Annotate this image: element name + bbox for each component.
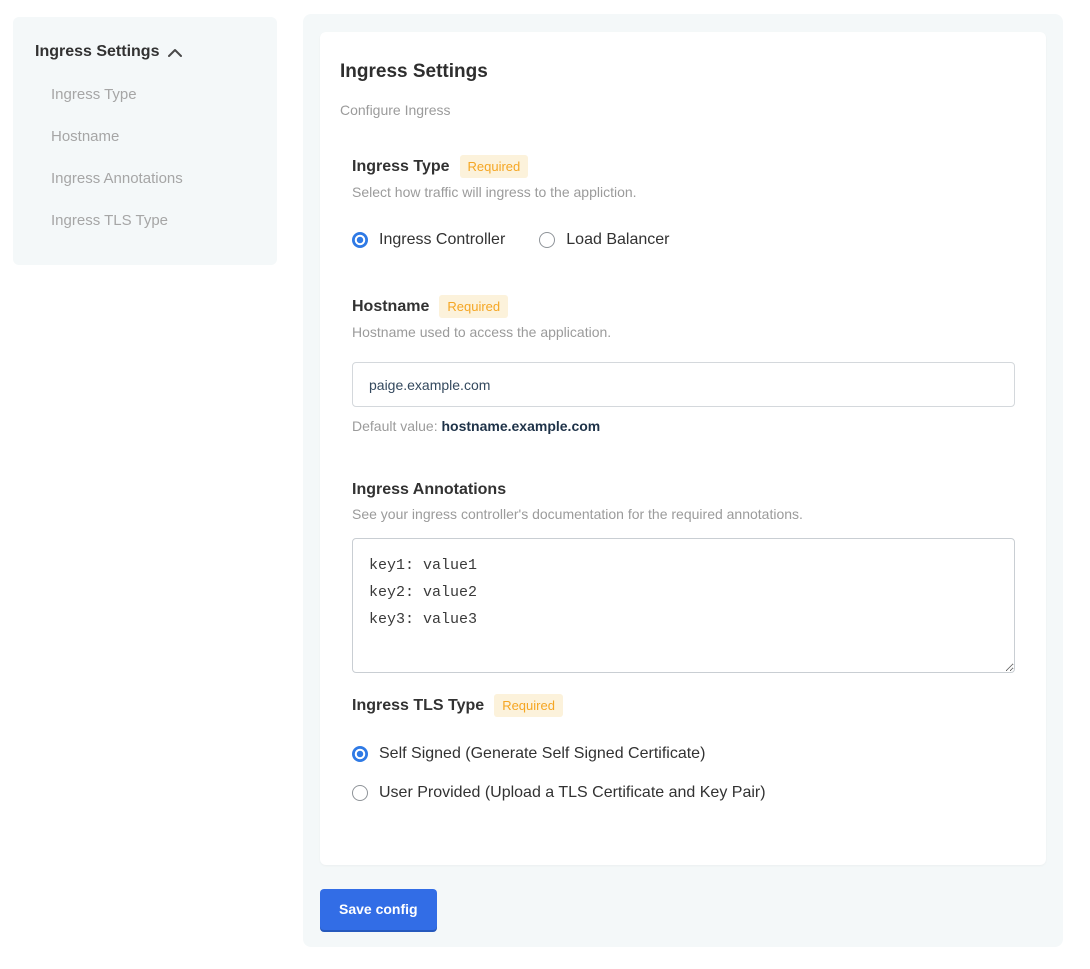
field-ingress-tls-type: Ingress TLS Type Required Self Signed (G… xyxy=(352,694,1026,803)
ingress-annotations-label: Ingress Annotations xyxy=(352,480,506,500)
ingress-annotations-help: See your ingress controller's documentat… xyxy=(352,506,1026,523)
sidebar-item-ingress-type[interactable]: Ingress Type xyxy=(51,85,259,105)
ingress-type-options: Ingress Controller Load Balancer xyxy=(352,230,1026,250)
required-badge: Required xyxy=(439,295,508,318)
sidebar-group-title: Ingress Settings xyxy=(35,42,159,62)
radio-option-self-signed[interactable]: Self Signed (Generate Self Signed Certif… xyxy=(352,744,1026,764)
ingress-settings-card: Ingress Settings Configure Ingress Ingre… xyxy=(320,32,1046,865)
sidebar-item-ingress-tls-type[interactable]: Ingress TLS Type xyxy=(51,211,259,231)
radio-button[interactable] xyxy=(539,232,555,248)
radio-option-user-provided[interactable]: User Provided (Upload a TLS Certificate … xyxy=(352,783,1026,803)
required-badge: Required xyxy=(494,694,563,717)
fields-container: Ingress Type Required Select how traffic… xyxy=(352,155,1026,803)
radio-button[interactable] xyxy=(352,232,368,248)
sidebar-item-list: Ingress Type Hostname Ingress Annotation… xyxy=(51,85,259,231)
config-content-panel: Ingress Settings Configure Ingress Ingre… xyxy=(303,14,1063,947)
radio-button[interactable] xyxy=(352,746,368,762)
field-ingress-annotations: Ingress Annotations See your ingress con… xyxy=(352,480,1026,673)
hostname-input[interactable] xyxy=(352,362,1015,407)
radio-option-load-balancer[interactable]: Load Balancer xyxy=(539,230,669,250)
ingress-type-help: Select how traffic will ingress to the a… xyxy=(352,184,1026,201)
radio-label: Load Balancer xyxy=(566,230,669,250)
config-nav-sidebar: Ingress Settings Ingress Type Hostname I… xyxy=(13,17,277,265)
hostname-help: Hostname used to access the application. xyxy=(352,324,1026,341)
ingress-annotations-textarea[interactable]: key1: value1 key2: value2 key3: value3 xyxy=(352,538,1015,673)
radio-label: User Provided (Upload a TLS Certificate … xyxy=(379,783,766,803)
field-hostname: Hostname Required Hostname used to acces… xyxy=(352,295,1026,435)
required-badge: Required xyxy=(460,155,529,178)
sidebar-item-hostname[interactable]: Hostname xyxy=(51,127,259,147)
ingress-tls-type-options: Self Signed (Generate Self Signed Certif… xyxy=(352,744,1026,803)
field-ingress-type: Ingress Type Required Select how traffic… xyxy=(352,155,1026,250)
save-config-button[interactable]: Save config xyxy=(320,889,437,930)
sidebar-item-ingress-annotations[interactable]: Ingress Annotations xyxy=(51,169,259,189)
sidebar-group-ingress-settings[interactable]: Ingress Settings xyxy=(35,42,259,62)
radio-option-ingress-controller[interactable]: Ingress Controller xyxy=(352,230,505,250)
card-subtitle: Configure Ingress xyxy=(340,102,1026,119)
ingress-type-label: Ingress Type xyxy=(352,157,450,177)
radio-button[interactable] xyxy=(352,785,368,801)
card-title: Ingress Settings xyxy=(340,60,1026,83)
hostname-default-line: Default value: hostname.example.com xyxy=(352,418,1026,435)
radio-label: Self Signed (Generate Self Signed Certif… xyxy=(379,744,705,764)
ingress-tls-type-label: Ingress TLS Type xyxy=(352,696,484,716)
radio-label: Ingress Controller xyxy=(379,230,505,250)
chevron-up-icon[interactable] xyxy=(168,48,182,57)
default-value: hostname.example.com xyxy=(442,418,601,434)
hostname-label: Hostname xyxy=(352,297,429,317)
default-prefix: Default value: xyxy=(352,418,442,434)
